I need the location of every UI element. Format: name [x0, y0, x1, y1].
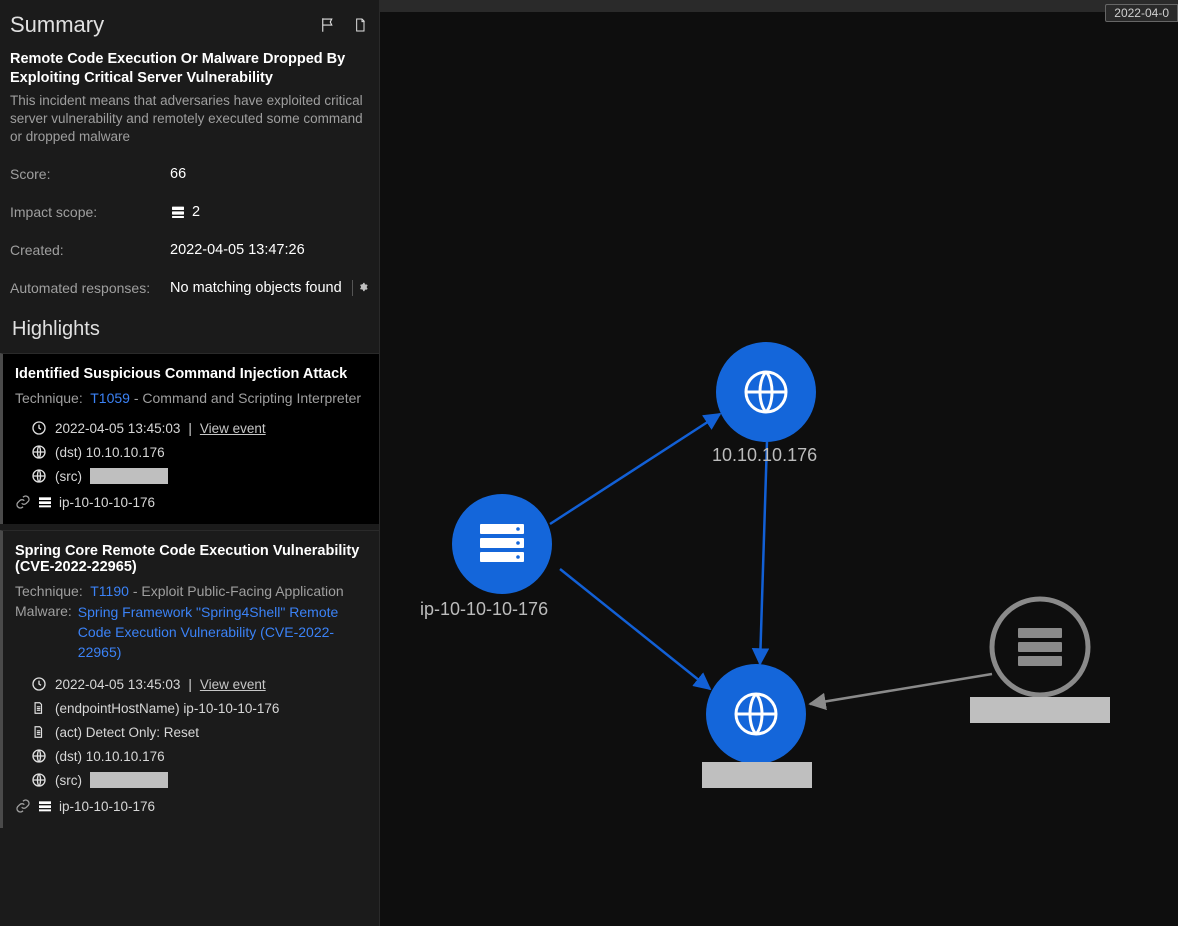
hl1-technique-link[interactable]: T1059	[90, 390, 130, 406]
hl1-src-row: (src)	[15, 464, 367, 488]
document-icon	[31, 724, 47, 740]
hl2-src-row: (src)	[15, 768, 367, 792]
score-value: 66	[170, 166, 186, 182]
hl1-host-row: ip-10-10-10-176	[15, 488, 367, 510]
flag-icon[interactable]	[319, 15, 337, 35]
score-label: Score:	[10, 166, 170, 182]
hl2-title: Spring Core Remote Code Execution Vulner…	[15, 543, 367, 575]
hl1-details: 2022-04-05 13:45:03 | View event (dst) 1…	[15, 416, 367, 488]
hl2-act-row: (act) Detect Only: Reset	[15, 720, 367, 744]
incident-title: Remote Code Execution Or Malware Dropped…	[10, 50, 369, 88]
document-icon	[31, 700, 47, 716]
hl2-technique-link[interactable]: T1190	[90, 583, 129, 599]
node-server-primary[interactable]	[452, 494, 552, 594]
globe-icon	[31, 748, 47, 764]
left-panel: Summary Remote Code Execution Or Malware…	[0, 0, 380, 926]
gear-icon[interactable]	[352, 280, 368, 296]
edge-server-to-globe2[interactable]	[560, 569, 710, 689]
hl1-view-event-link[interactable]: View event	[200, 421, 266, 436]
summary-heading: Summary	[10, 12, 104, 38]
link-icon	[15, 494, 31, 510]
node-server-secondary-label-redacted	[970, 697, 1110, 723]
hl2-details: 2022-04-05 13:45:03 | View event (endpoi…	[15, 672, 367, 792]
graph-canvas[interactable]: 2022-04-0	[380, 0, 1178, 926]
clock-icon	[31, 676, 47, 692]
node-globe-bottom-label-redacted	[702, 762, 812, 788]
node-globe-top-label: 10.10.10.176	[712, 445, 817, 466]
edge-globe1-to-globe2[interactable]	[760, 441, 767, 664]
hl2-view-event-link[interactable]: View event	[200, 677, 266, 692]
created-value: 2022-04-05 13:47:26	[170, 242, 305, 258]
link-icon	[15, 798, 31, 814]
hl2-host-row: ip-10-10-10-176	[15, 792, 367, 814]
score-row: Score: 66	[10, 166, 369, 182]
summary-section: Summary Remote Code Execution Or Malware…	[0, 0, 379, 314]
highlight-card-1[interactable]: Identified Suspicious Command Injection …	[0, 353, 379, 524]
edge-server2-to-globe2[interactable]	[810, 674, 992, 704]
redacted-ip	[90, 772, 168, 788]
highlights-heading: Highlights	[0, 314, 379, 353]
hl2-ep-row: (endpointHostName) ip-10-10-10-176	[15, 696, 367, 720]
summary-header-actions	[319, 15, 369, 35]
created-row: Created: 2022-04-05 13:47:26	[10, 242, 369, 258]
hl2-malware-link[interactable]: Spring Framework "Spring4Shell" Remote C…	[78, 603, 367, 662]
hl1-time-row: 2022-04-05 13:45:03 | View event	[15, 416, 367, 440]
server-icon	[37, 798, 53, 814]
graph-svg[interactable]	[380, 14, 1178, 926]
hl1-technique: Technique: T1059 - Command and Scripting…	[15, 390, 367, 406]
autoresp-value: No matching objects found	[170, 280, 368, 296]
redacted-ip	[90, 468, 168, 484]
hl2-technique: Technique: T1190 - Exploit Public-Facing…	[15, 583, 367, 599]
edge-server-to-globe1[interactable]	[550, 414, 720, 524]
hl2-dst-row: (dst) 10.10.10.176	[15, 744, 367, 768]
impact-label: Impact scope:	[10, 204, 170, 220]
highlight-card-2[interactable]: Spring Core Remote Code Execution Vulner…	[0, 530, 379, 828]
node-globe-bottom[interactable]	[706, 664, 806, 764]
summary-header: Summary	[10, 12, 369, 38]
autoresp-row: Automated responses: No matching objects…	[10, 280, 369, 296]
hl1-title: Identified Suspicious Command Injection …	[15, 366, 367, 382]
globe-icon	[31, 444, 47, 460]
globe-icon	[31, 468, 47, 484]
impact-count: 2	[192, 204, 200, 220]
hl1-dst-row: (dst) 10.10.10.176	[15, 440, 367, 464]
node-globe-top[interactable]	[716, 342, 816, 442]
clock-icon	[31, 420, 47, 436]
autoresp-label: Automated responses:	[10, 280, 170, 296]
hl2-time-row: 2022-04-05 13:45:03 | View event	[15, 672, 367, 696]
node-server-secondary[interactable]	[992, 599, 1088, 695]
incident-description: This incident means that adversaries hav…	[10, 92, 369, 147]
server-icon	[170, 204, 186, 220]
timeline-strip[interactable]	[380, 0, 1178, 12]
server-icon	[37, 494, 53, 510]
globe-icon	[31, 772, 47, 788]
document-icon[interactable]	[351, 15, 369, 35]
node-server-primary-label: ip-10-10-10-176	[420, 599, 548, 620]
hl2-malware: Malware: Spring Framework "Spring4Shell"…	[15, 603, 367, 662]
impact-row: Impact scope: 2	[10, 204, 369, 220]
created-label: Created:	[10, 242, 170, 258]
impact-value: 2	[170, 204, 200, 220]
